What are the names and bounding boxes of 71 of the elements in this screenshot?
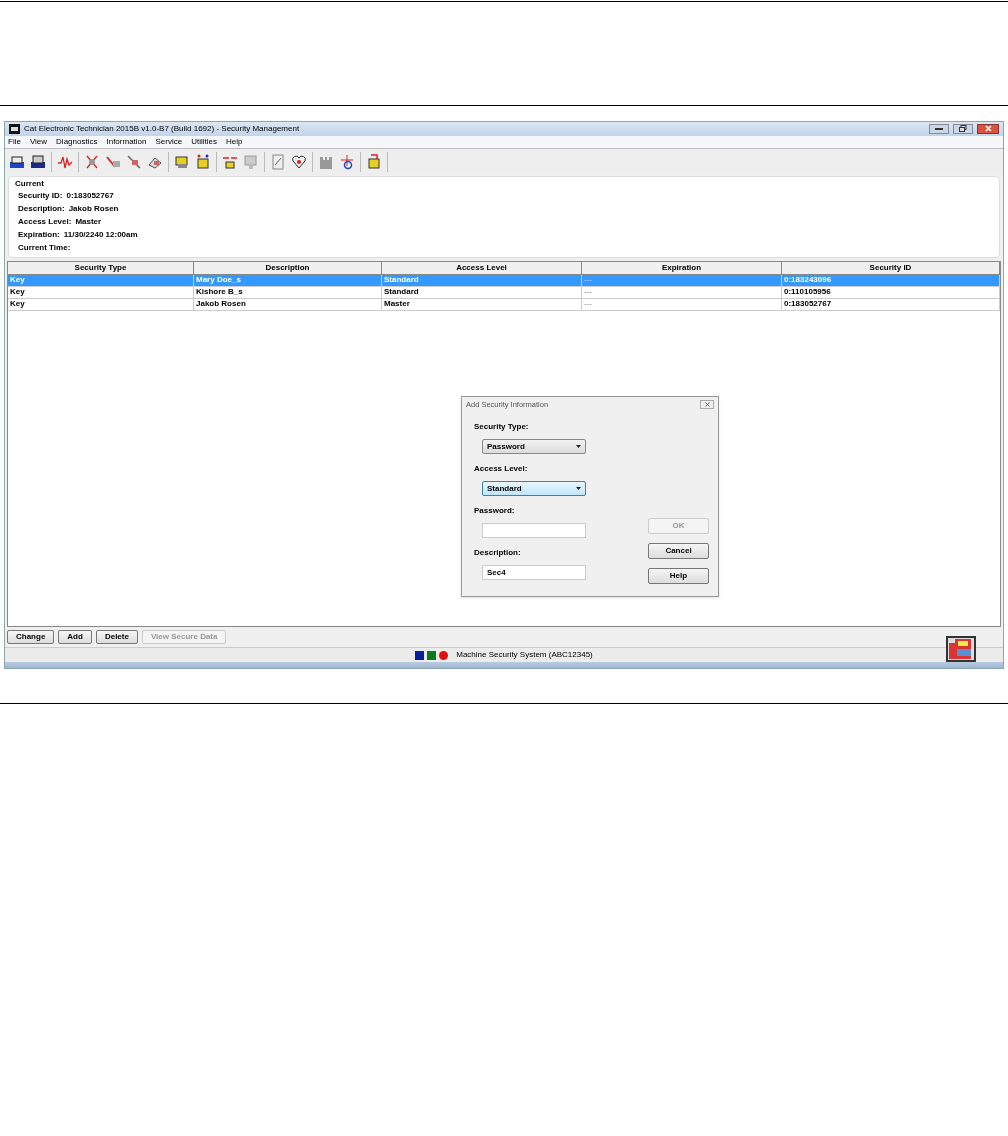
table-cell: 0:183052767 [782, 298, 1000, 311]
table-cell: Key [8, 274, 194, 287]
table-cell: Standard [382, 286, 582, 299]
button[interactable]: Delete [95, 630, 138, 645]
close-icon [704, 402, 710, 407]
close-icon [984, 125, 992, 133]
floppy-button[interactable] [946, 636, 976, 662]
column-header[interactable]: Expiration [582, 261, 782, 275]
status-text: Machine Security System (ABC12345) [456, 649, 593, 662]
minimize-button[interactable] [929, 123, 949, 134]
column-header[interactable]: Access Level [382, 261, 582, 275]
menu-item[interactable]: Information [106, 135, 147, 148]
field-value: Master [75, 215, 102, 228]
module-icon[interactable] [366, 153, 382, 170]
table-cell: Key [8, 286, 194, 299]
field-label: Description: [18, 202, 65, 215]
table-cell: Master [382, 298, 582, 311]
heart-icon[interactable] [291, 153, 307, 170]
table-cell: --- [582, 286, 782, 299]
input-field[interactable] [482, 523, 586, 538]
field-label: Password: [474, 505, 516, 515]
floppy-icon [949, 639, 973, 659]
field-label: Expiration: [18, 228, 60, 241]
column-header[interactable]: Security ID [782, 261, 1000, 275]
field-label: Access Level: [18, 215, 72, 228]
button[interactable]: Change [7, 630, 55, 645]
menu-item[interactable]: Help [225, 135, 243, 148]
column-header[interactable]: Description [194, 261, 382, 275]
menu-item[interactable]: Diagnostics [56, 135, 98, 148]
close-button[interactable] [977, 123, 999, 134]
close-button[interactable] [700, 400, 714, 409]
menu-item[interactable]: File [8, 135, 21, 148]
button[interactable]: Add [58, 630, 92, 645]
table-cell: Jakob Rosen [194, 298, 382, 311]
table-cell: 0:183243096 [782, 274, 1000, 287]
dropdown[interactable]: Standard [482, 481, 586, 496]
table-cell: 0:110105956 [782, 286, 1000, 299]
field-label: Current Time: [18, 241, 71, 254]
dropdown[interactable]: Password [482, 439, 586, 454]
input-field[interactable]: Sec4 [482, 565, 586, 580]
table-cell: Standard [382, 274, 582, 287]
app-logo-icon [9, 123, 20, 134]
field-label: Security ID: [18, 189, 63, 202]
field-value: 11/30/2240 12:00am [63, 228, 138, 241]
printer-icon[interactable] [30, 153, 46, 170]
field-value: 0:183052767 [66, 189, 114, 202]
button[interactable]: Help [648, 568, 709, 584]
table-cell: Key [8, 298, 194, 311]
window-title: Cat Electronic Technician 2015B v1.0-B7 (Build 1692) - Security Management [24, 122, 300, 135]
menu-item[interactable]: View [29, 135, 48, 148]
table-cell: --- [582, 298, 782, 311]
caret-icon [576, 445, 581, 448]
module-icon[interactable] [174, 153, 190, 170]
group-title: Current [15, 177, 45, 190]
field-label: Description: [474, 547, 522, 557]
menu-item[interactable]: Utilities [191, 135, 217, 148]
table-cell: --- [582, 274, 782, 287]
minimize-icon [935, 127, 943, 131]
printer-icon[interactable] [9, 153, 25, 170]
field-label: Security Type: [474, 421, 530, 431]
table-cell: Kishore B_s [194, 286, 382, 299]
restore-button[interactable] [953, 123, 973, 134]
column-header[interactable]: Security Type [8, 261, 194, 275]
field-value: Jakob Rosen [68, 202, 119, 215]
menu-item[interactable]: Service [155, 135, 183, 148]
caret-icon [576, 487, 581, 490]
restore-icon [959, 125, 967, 133]
table-cell: Mary Doe_s [194, 274, 382, 287]
field-label: Access Level: [474, 463, 529, 473]
module-icon[interactable] [195, 153, 211, 170]
button[interactable]: Cancel [648, 543, 709, 559]
